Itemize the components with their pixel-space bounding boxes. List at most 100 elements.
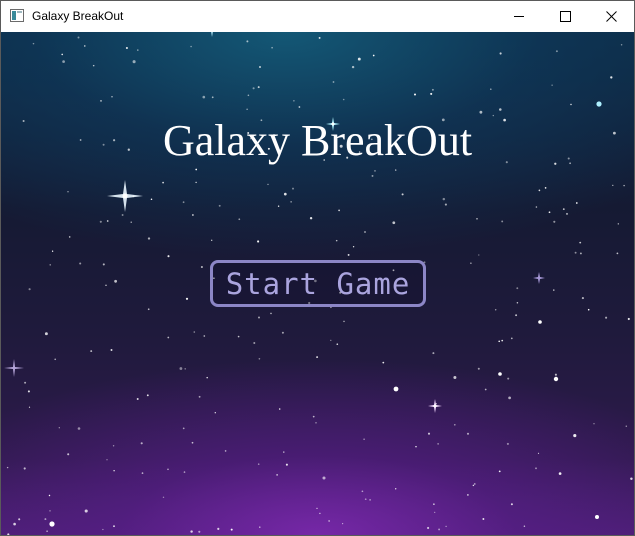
glow-star [595,515,599,519]
star-dot [84,509,88,513]
star-dot [112,445,115,447]
star-dot [501,220,504,223]
star-dot [630,477,633,481]
star-dot [395,169,397,171]
star-dot [247,94,250,97]
star-dot [479,110,483,114]
star-dot [195,168,198,171]
star-dot [515,314,518,317]
star-dot [193,331,196,333]
star-dot [508,396,511,400]
star-dot [474,483,476,485]
star-dot [318,36,321,39]
star-dot [218,204,221,207]
maximize-icon [559,11,571,22]
star-dot [106,220,109,222]
star-dot [579,241,582,244]
start-game-button[interactable]: Start Game [210,260,426,307]
star-dot [267,183,269,186]
star-dot [224,450,227,452]
star-dot [136,398,139,400]
star-dot [309,217,313,220]
star-dot [467,494,469,496]
star-dot [453,376,457,379]
star-dot [49,510,51,512]
star-dot [278,408,281,410]
star-dot [415,445,417,448]
star-dot [167,255,170,258]
star-dot [125,46,128,50]
star-dot [185,297,189,300]
star-dot [211,96,214,99]
star-dot [430,92,433,95]
star-dot [61,53,64,56]
minimize-button[interactable] [496,1,542,32]
star-dot [506,442,509,445]
star-dot [285,463,288,466]
star-dot [238,218,241,221]
glow-star [498,372,502,376]
star-dot [214,412,216,414]
maximize-button[interactable] [542,1,588,32]
star-dot [114,279,118,283]
star-dot [361,490,364,493]
star-dot [293,100,295,102]
star-dot [67,191,69,193]
glow-star [553,376,559,382]
star-dot [535,467,537,470]
star-dot [551,84,553,86]
star-dot [192,214,194,216]
star-dot [110,349,113,351]
star-dot [113,525,115,528]
title-bar[interactable]: Galaxy BreakOut [1,1,634,32]
star-dot [32,42,35,45]
star-dot [18,518,21,521]
star-dot [67,453,70,456]
star-dot [523,525,526,527]
star-dot [44,332,48,336]
star-dot [535,206,538,208]
star-dot [162,181,164,184]
close-button[interactable] [588,1,634,32]
star-dot [113,470,115,472]
star-dot [553,289,555,291]
star-dot [562,208,565,210]
glow-star [538,320,542,324]
star-dot [167,468,169,471]
star-dot [363,438,365,440]
star-dot [623,184,625,187]
star-dot [316,356,319,359]
star-dot [281,331,284,334]
star-dot [106,459,108,461]
star-dot [605,316,608,319]
star-dot [315,422,317,424]
star-dot [434,511,436,514]
game-canvas[interactable]: Galaxy BreakOut Start Game [1,32,634,535]
star-dot [537,452,540,455]
star-dot [182,201,185,204]
star-dot [357,57,361,61]
star-dot [616,252,619,255]
star-dot [217,527,220,530]
star-dot [617,223,619,225]
star-dot [445,525,447,528]
star-dot [413,93,417,96]
star-dot [328,520,330,522]
star-dot [90,350,93,353]
star-dot [347,253,350,256]
star-dot [369,498,372,501]
star-dot [625,425,628,427]
star-dot [259,66,261,68]
star-dot [54,358,57,361]
star-dot [627,317,630,321]
star-dot [490,88,492,90]
star-dot [587,308,590,311]
star-dot [498,340,501,343]
star-dot [427,432,431,435]
star-dot [147,237,151,240]
star-dot [49,264,51,266]
star-dot [620,43,623,46]
star-dot [13,522,16,526]
star-dot [58,427,60,429]
star-dot [538,189,541,192]
